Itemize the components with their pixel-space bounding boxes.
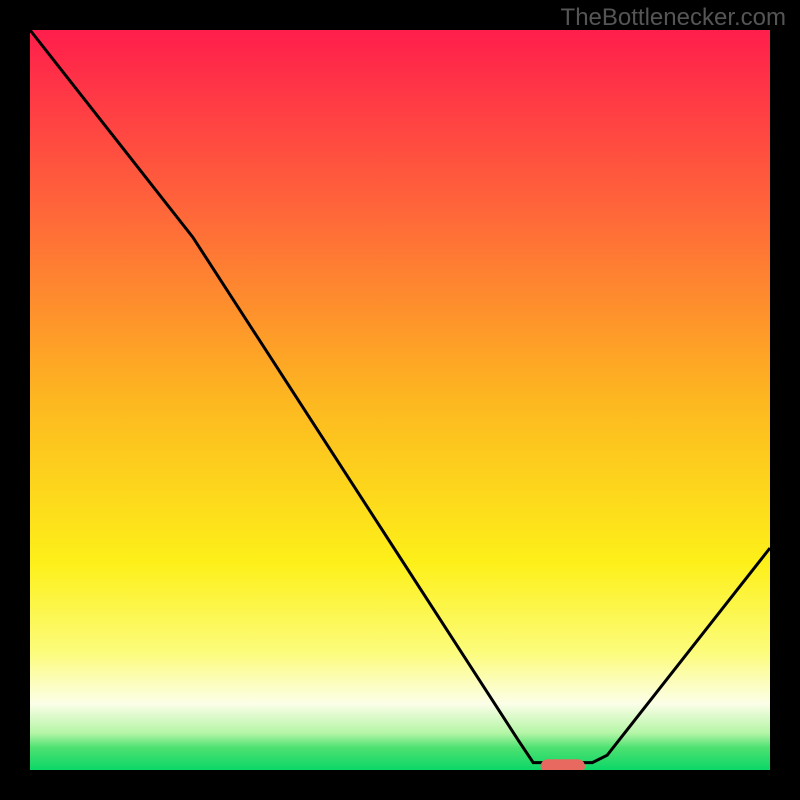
chart-container	[30, 30, 770, 770]
optimal-marker	[541, 759, 585, 770]
chart-svg	[30, 30, 770, 770]
chart-background	[30, 30, 770, 770]
watermark-text: TheBottlenecker.com	[561, 4, 786, 32]
